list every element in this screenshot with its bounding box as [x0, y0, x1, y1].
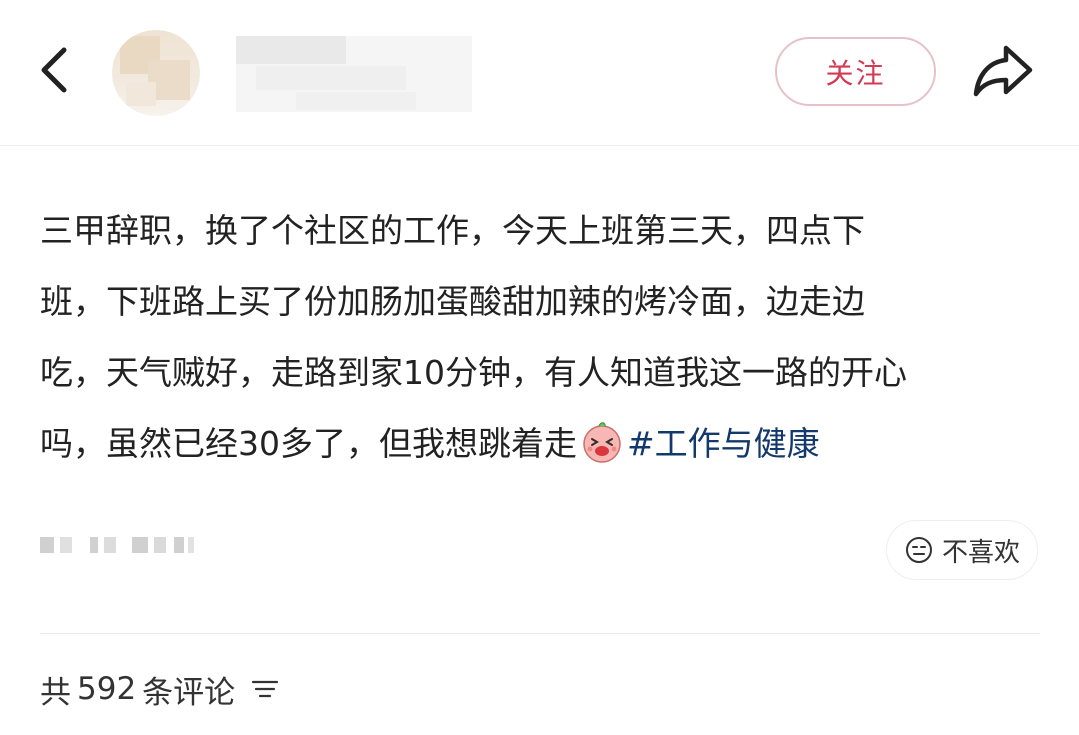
author-name-blurred[interactable] — [236, 36, 472, 112]
share-button[interactable] — [968, 40, 1038, 102]
comments-prefix: 共 — [40, 674, 71, 711]
author-avatar[interactable] — [112, 30, 200, 116]
post-date-blurred — [40, 533, 195, 557]
top-bar: 关注 — [0, 0, 1079, 145]
post-content: 三甲辞职，换了个社区的工作，今天上班第三天，四点下 班，下班路上买了份加肠加蛋酸… — [40, 195, 1040, 479]
back-button[interactable] — [30, 40, 80, 100]
post-text-line-last: 吗，虽然已经30多了，但我想跳着走 #工作与健康 — [40, 408, 1040, 479]
comments-count: 592 — [77, 671, 137, 707]
share-arrow-icon — [973, 45, 1033, 97]
post-text-line: 三甲辞职，换了个社区的工作，今天上班第三天，四点下 — [40, 211, 865, 250]
chevron-left-icon — [41, 47, 67, 93]
follow-button-label: 关注 — [825, 56, 886, 90]
post-text-line: 吗，虽然已经30多了，但我想跳着走 — [40, 424, 577, 463]
hashtag-link[interactable]: #工作与健康 — [627, 424, 820, 463]
sort-filter-icon[interactable] — [249, 673, 281, 705]
follow-button[interactable]: 关注 — [775, 37, 936, 106]
post-text-line: 班，下班路上买了份加肠加蛋酸甜加辣的烤冷面，边走边 — [40, 282, 865, 321]
post-text-line: 吃，天气贼好，走路到家10分钟，有人知道我这一路的开心 — [40, 353, 907, 392]
comments-suffix: 条评论 — [142, 674, 236, 711]
laughing-sticker-icon — [583, 422, 621, 463]
dislike-label: 不喜欢 — [941, 537, 1020, 568]
header-divider — [0, 145, 1079, 146]
comments-header: 共 592 条评论 — [40, 664, 281, 714]
content-divider — [40, 633, 1040, 634]
dislike-button[interactable]: 不喜欢 — [886, 520, 1038, 580]
neutral-face-icon — [905, 537, 932, 563]
